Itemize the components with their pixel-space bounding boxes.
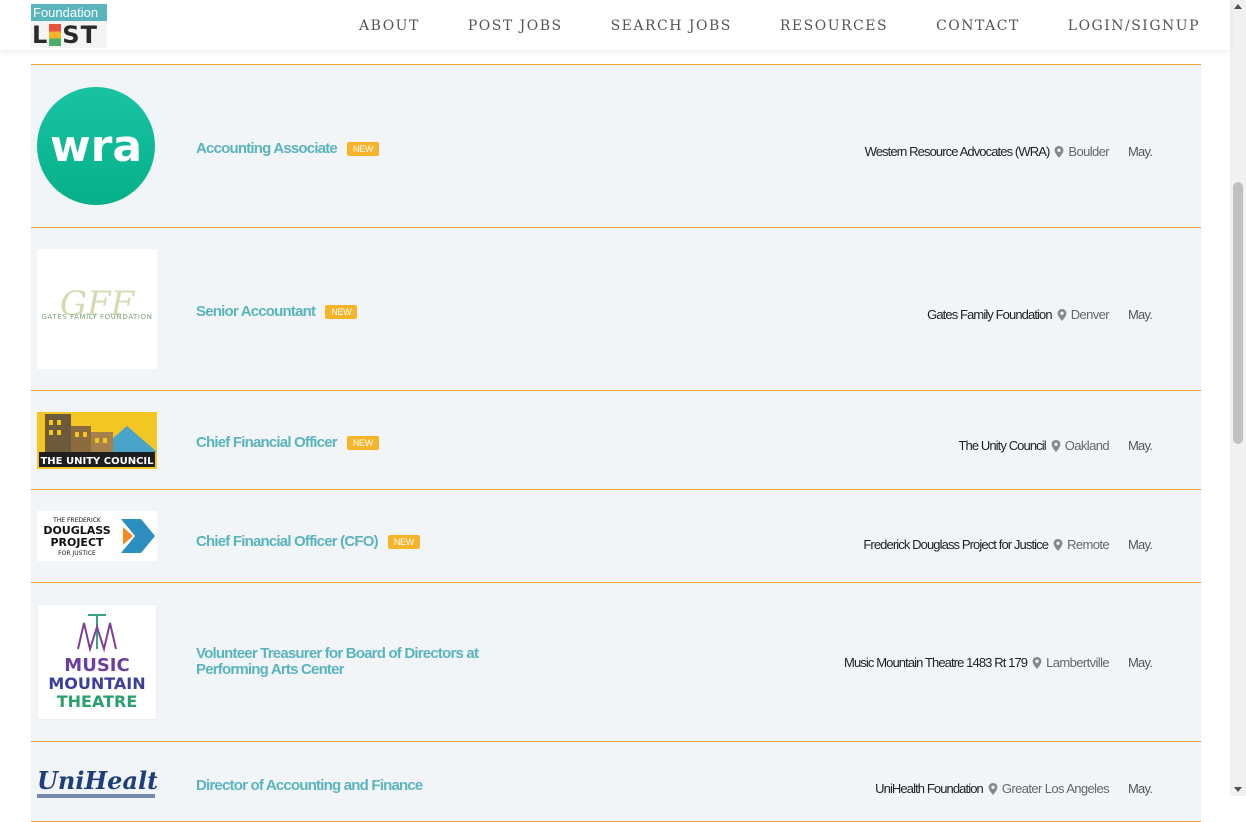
posted-date: May. bbox=[1128, 537, 1153, 552]
org-logo-unihealth[interactable]: UniHealth bbox=[37, 764, 176, 804]
svg-text:MOUNTAIN: MOUNTAIN bbox=[48, 674, 145, 693]
page-scrollbar[interactable] bbox=[1230, 0, 1246, 796]
posted-date: May. bbox=[1128, 438, 1153, 453]
job-location: Remote bbox=[1067, 537, 1110, 552]
map-pin-icon bbox=[1053, 538, 1063, 551]
svg-text:THEATRE: THEATRE bbox=[57, 692, 138, 711]
new-badge: NEW bbox=[346, 436, 379, 450]
org-name[interactable]: The Unity Council bbox=[958, 438, 1046, 453]
unihealth-logo-text: UniHealth bbox=[37, 766, 157, 795]
job-list: wra Accounting Associate NEW Western Res… bbox=[31, 64, 1201, 822]
posted-date: May. bbox=[1128, 307, 1153, 322]
job-title-link[interactable]: Chief Financial Officer bbox=[196, 435, 338, 451]
logo-i-color-bar bbox=[49, 24, 62, 46]
gates-logo-text: GATES FAMILY FOUNDATION bbox=[41, 313, 152, 321]
org-logo-music-mountain[interactable]: MUSIC MOUNTAIN THEATRE bbox=[37, 604, 157, 720]
posted-date: May. bbox=[1128, 144, 1153, 159]
new-badge: NEW bbox=[346, 142, 380, 156]
job-location: Greater Los Angeles bbox=[1001, 781, 1110, 796]
new-badge: NEW bbox=[325, 305, 358, 319]
unity-logo-text: THE UNITY COUNCIL bbox=[40, 456, 154, 467]
nav-contact[interactable]: CONTACT bbox=[936, 18, 1020, 34]
org-logo-gates[interactable]: GFF GATES FAMILY FOUNDATION bbox=[37, 249, 157, 369]
svg-text:FOR JUSTICE: FOR JUSTICE bbox=[58, 550, 96, 557]
org-name[interactable]: Gates Family Foundation bbox=[927, 307, 1052, 322]
job-location: Lambertville bbox=[1046, 655, 1109, 670]
job-title-link[interactable]: Accounting Associate bbox=[196, 141, 338, 157]
org-logo-douglass-project[interactable]: THE FREDERICK DOUGLASS PROJECT FOR JUSTI… bbox=[37, 511, 157, 561]
org-logo-unity-council[interactable]: THE UNITY COUNCIL bbox=[37, 412, 157, 469]
job-row[interactable]: GFF GATES FAMILY FOUNDATION Senior Accou… bbox=[31, 228, 1201, 391]
org-name[interactable]: Western Resource Advocates (WRA) bbox=[865, 144, 1051, 159]
nav-resources[interactable]: RESOURCES bbox=[780, 18, 888, 34]
main-nav: ABOUT POST JOBS SEARCH JOBS RESOURCES CO… bbox=[311, 18, 1200, 34]
foundation-list-logo[interactable]: Foundation L ST bbox=[31, 4, 107, 49]
org-name[interactable]: Frederick Douglass Project for Justice bbox=[863, 537, 1049, 552]
job-row[interactable]: THE FREDERICK DOUGLASS PROJECT FOR JUSTI… bbox=[31, 490, 1201, 583]
logo-wordmark-bottom: L ST bbox=[31, 21, 107, 49]
job-location: Denver bbox=[1070, 307, 1110, 322]
svg-text:MUSIC: MUSIC bbox=[64, 655, 129, 676]
org-name[interactable]: Music Mountain Theatre 1483 Rt 179 bbox=[844, 655, 1028, 670]
map-pin-icon bbox=[1057, 308, 1067, 321]
posted-date: May. bbox=[1128, 655, 1153, 670]
org-name[interactable]: UniHealth Foundation bbox=[875, 781, 984, 796]
job-row[interactable]: UniHealth Director of Accounting and Fin… bbox=[31, 742, 1201, 822]
scroll-down-arrow-icon[interactable] bbox=[1234, 787, 1242, 792]
site-header: Foundation L ST ABOUT POST JOBS SEARCH JO… bbox=[0, 0, 1230, 50]
scroll-up-arrow-icon[interactable] bbox=[1234, 4, 1242, 9]
job-title-link[interactable]: Chief Financial Officer (CFO) bbox=[196, 534, 379, 550]
job-row[interactable]: wra Accounting Associate NEW Western Res… bbox=[31, 65, 1201, 228]
map-pin-icon bbox=[988, 782, 998, 795]
job-location: Boulder bbox=[1068, 144, 1109, 159]
job-row[interactable]: THE UNITY COUNCIL Chief Financial Office… bbox=[31, 391, 1201, 490]
map-pin-icon bbox=[1054, 145, 1064, 158]
nav-about[interactable]: ABOUT bbox=[359, 18, 420, 34]
job-title-link[interactable]: Volunteer Treasurer for Board of Directo… bbox=[196, 646, 496, 678]
nav-post-jobs[interactable]: POST JOBS bbox=[468, 18, 563, 34]
job-title-link[interactable]: Director of Accounting and Finance bbox=[196, 778, 423, 794]
nav-login-signup[interactable]: LOGIN/SIGNUP bbox=[1068, 18, 1200, 34]
posted-date: May. bbox=[1128, 781, 1153, 796]
job-title-link[interactable]: Senior Accountant bbox=[196, 304, 316, 320]
map-pin-icon bbox=[1032, 656, 1042, 669]
new-badge: NEW bbox=[387, 535, 420, 549]
org-logo-wra[interactable]: wra bbox=[37, 87, 157, 205]
nav-search-jobs[interactable]: SEARCH JOBS bbox=[611, 18, 732, 34]
svg-text:PROJECT: PROJECT bbox=[50, 536, 104, 549]
svg-text:THE FREDERICK: THE FREDERICK bbox=[52, 517, 102, 524]
logo-wordmark-top: Foundation bbox=[31, 4, 107, 21]
wra-logo-text: wra bbox=[50, 121, 142, 172]
map-pin-icon bbox=[1051, 439, 1061, 452]
job-location: Oakland bbox=[1064, 438, 1110, 453]
job-row[interactable]: MUSIC MOUNTAIN THEATRE Volunteer Treasur… bbox=[31, 583, 1201, 742]
scroll-thumb[interactable] bbox=[1233, 182, 1243, 444]
